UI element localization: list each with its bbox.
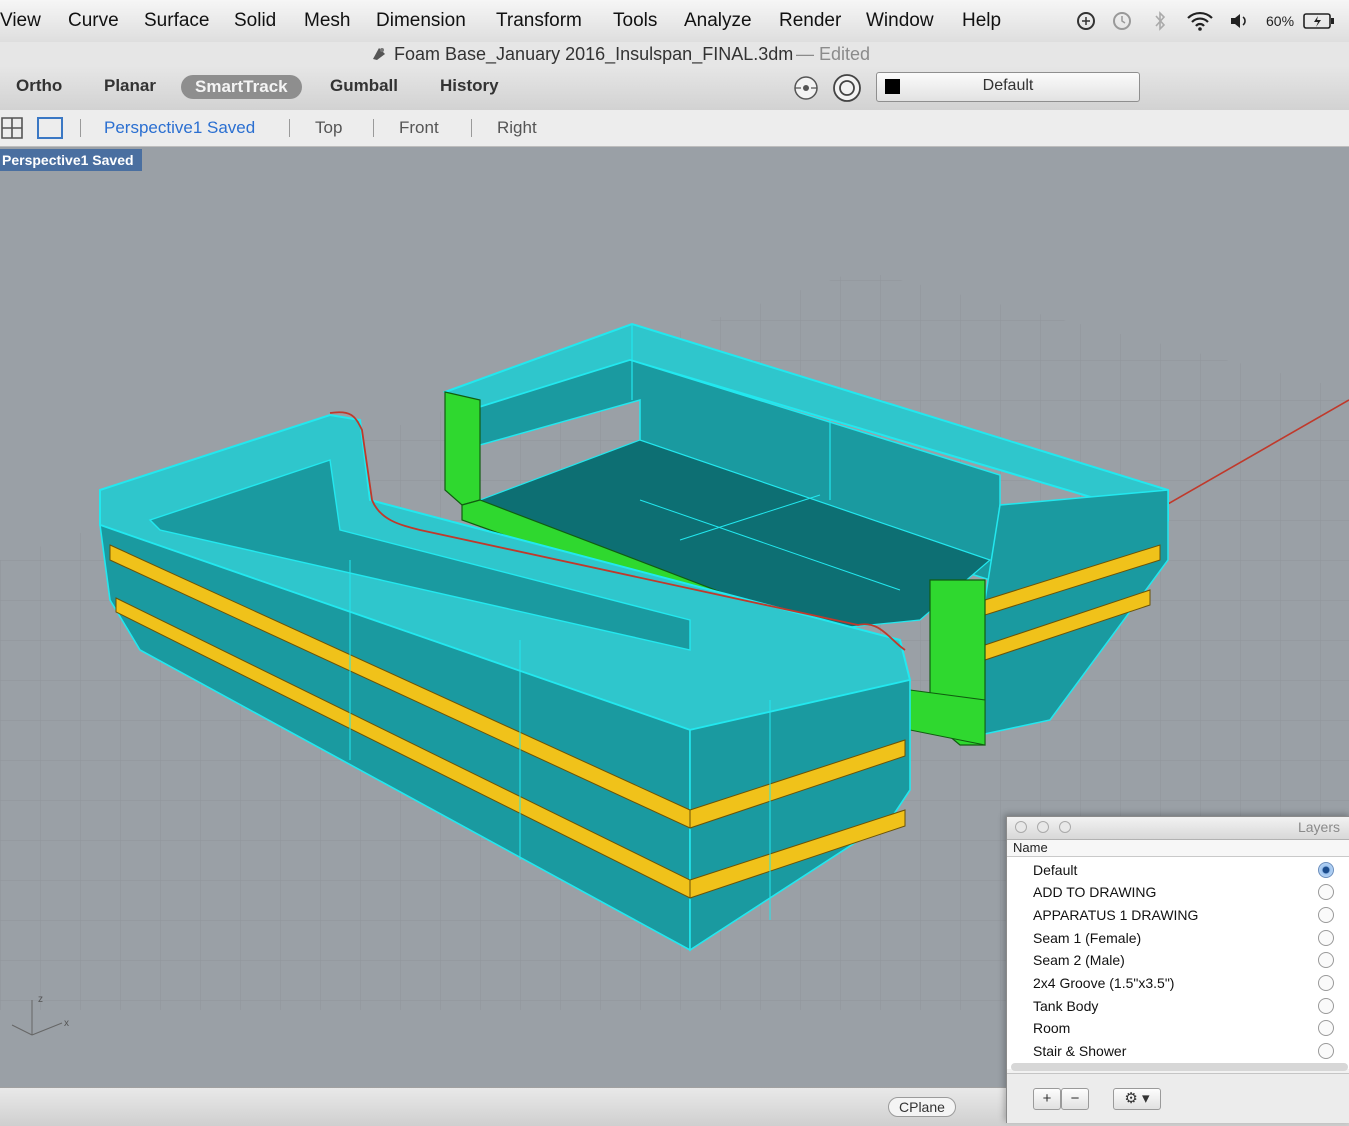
- battery-icon[interactable]: [1303, 13, 1335, 29]
- menu-transform[interactable]: Transform: [496, 10, 582, 32]
- layers-panel-footer: + − ⚙ ▾: [1007, 1073, 1349, 1123]
- layer-name: Seam 1 (Female): [1033, 930, 1142, 946]
- target-icon[interactable]: [832, 73, 862, 103]
- current-layer-select[interactable]: Default: [876, 72, 1140, 102]
- mode-toolbar: Ortho Planar SmartTrack Gumball History …: [0, 66, 1349, 111]
- menu-help[interactable]: Help: [962, 10, 1001, 32]
- planar-toggle[interactable]: Planar: [104, 76, 156, 96]
- current-layer-label: Default: [982, 77, 1034, 94]
- document-edited-status: — Edited: [796, 44, 871, 64]
- document-icon: [373, 48, 385, 60]
- menu-analyze[interactable]: Analyze: [684, 10, 752, 32]
- layer-row[interactable]: Stair & Shower: [1007, 1040, 1349, 1062]
- layer-name: Room: [1033, 1020, 1071, 1036]
- grid-layout-icon[interactable]: [0, 116, 26, 140]
- remove-layer-button[interactable]: −: [1061, 1088, 1089, 1110]
- time-machine-icon[interactable]: [1112, 11, 1132, 31]
- menu-dimension[interactable]: Dimension: [376, 10, 466, 32]
- menu-curve[interactable]: Curve: [68, 10, 119, 32]
- layer-name: APPARATUS 1 DRAWING: [1033, 907, 1199, 923]
- layer-row[interactable]: Tank Body: [1007, 995, 1349, 1017]
- document-title: Foam Base_January 2016_Insulspan_FINAL.3…: [394, 44, 794, 64]
- current-layer-radio[interactable]: [1318, 884, 1334, 900]
- current-layer-radio[interactable]: [1318, 975, 1334, 991]
- layer-row[interactable]: ADD TO DRAWING: [1007, 881, 1349, 903]
- menu-solid[interactable]: Solid: [234, 10, 276, 32]
- menu-tools[interactable]: Tools: [613, 10, 657, 32]
- minimize-window-button[interactable]: [1037, 821, 1049, 833]
- current-layer-radio[interactable]: [1318, 907, 1334, 923]
- zoom-window-button[interactable]: [1059, 821, 1071, 833]
- tab-separator: [289, 119, 290, 137]
- menu-mesh[interactable]: Mesh: [304, 10, 350, 32]
- history-toggle[interactable]: History: [440, 76, 499, 96]
- close-window-button[interactable]: [1015, 821, 1027, 833]
- layer-row[interactable]: Room: [1007, 1017, 1349, 1039]
- battery-percent: 60%: [1266, 13, 1295, 29]
- layer-name: Default: [1033, 862, 1078, 878]
- layer-name: Seam 2 (Male): [1033, 952, 1125, 968]
- layer-row[interactable]: APPARATUS 1 DRAWING: [1007, 904, 1349, 926]
- current-layer-radio[interactable]: [1318, 930, 1334, 946]
- window-title-bar: Foam Base_January 2016_Insulspan_FINAL.3…: [0, 42, 1349, 66]
- column-name-header[interactable]: Name: [1013, 840, 1048, 855]
- layers-list[interactable]: Default ADD TO DRAWING APPARATUS 1 DRAWI…: [1007, 857, 1349, 1069]
- layer-row[interactable]: Seam 2 (Male): [1007, 949, 1349, 971]
- add-layer-button[interactable]: +: [1033, 1088, 1061, 1110]
- current-layer-radio[interactable]: [1318, 1043, 1334, 1059]
- sync-icon[interactable]: [1076, 11, 1096, 31]
- viewport-tab-bar: Perspective1 Saved Top Front Right: [0, 110, 1349, 147]
- axis-label-x: x: [64, 1018, 69, 1029]
- bluetooth-icon[interactable]: [1153, 10, 1167, 32]
- osnap-icon[interactable]: [793, 75, 819, 101]
- current-layer-radio[interactable]: [1318, 952, 1334, 968]
- smarttrack-toggle[interactable]: SmartTrack: [181, 75, 302, 99]
- tab-right[interactable]: Right: [497, 118, 537, 138]
- tab-perspective[interactable]: Perspective1 Saved: [104, 118, 255, 138]
- volume-icon[interactable]: [1229, 12, 1249, 30]
- wifi-icon[interactable]: [1186, 10, 1214, 32]
- menu-render[interactable]: Render: [779, 10, 841, 32]
- menu-bar: View Curve Surface Solid Mesh Dimension …: [0, 0, 1349, 43]
- single-layout-icon[interactable]: [36, 116, 64, 140]
- tab-separator: [373, 119, 374, 137]
- ortho-toggle[interactable]: Ortho: [16, 76, 62, 96]
- axis-label-z: z: [38, 994, 43, 1005]
- layer-name: 2x4 Groove (1.5"x3.5"): [1033, 975, 1175, 991]
- layer-row[interactable]: 2x4 Groove (1.5"x3.5"): [1007, 972, 1349, 994]
- layer-row[interactable]: Seam 1 (Female): [1007, 927, 1349, 949]
- tab-separator: [471, 119, 472, 137]
- layer-options-button[interactable]: ⚙ ▾: [1113, 1088, 1161, 1110]
- layer-row[interactable]: Default: [1007, 859, 1349, 881]
- cplane-select[interactable]: CPlane: [888, 1097, 956, 1117]
- tab-separator: [80, 119, 81, 137]
- current-layer-radio[interactable]: [1318, 862, 1334, 878]
- layers-panel-title: Layers: [1297, 819, 1340, 835]
- tab-front[interactable]: Front: [399, 118, 439, 138]
- viewport-title-label[interactable]: Perspective1 Saved: [0, 149, 142, 171]
- menu-view[interactable]: View: [0, 10, 41, 32]
- menu-surface[interactable]: Surface: [144, 10, 209, 32]
- current-layer-radio[interactable]: [1318, 998, 1334, 1014]
- layers-horizontal-scrollbar[interactable]: [1011, 1063, 1348, 1071]
- menu-window[interactable]: Window: [866, 10, 934, 32]
- layers-panel-title-bar: Layers: [1007, 817, 1349, 840]
- layer-name: ADD TO DRAWING: [1033, 884, 1157, 900]
- current-layer-radio[interactable]: [1318, 1020, 1334, 1036]
- layer-name: Tank Body: [1033, 998, 1099, 1014]
- tab-top[interactable]: Top: [315, 118, 342, 138]
- gumball-toggle[interactable]: Gumball: [330, 76, 398, 96]
- layer-name: Stair & Shower: [1033, 1043, 1127, 1059]
- layers-panel: Layers Name Default ADD TO DRAWING APPAR…: [1006, 816, 1349, 1123]
- layers-column-header[interactable]: Name: [1007, 840, 1349, 857]
